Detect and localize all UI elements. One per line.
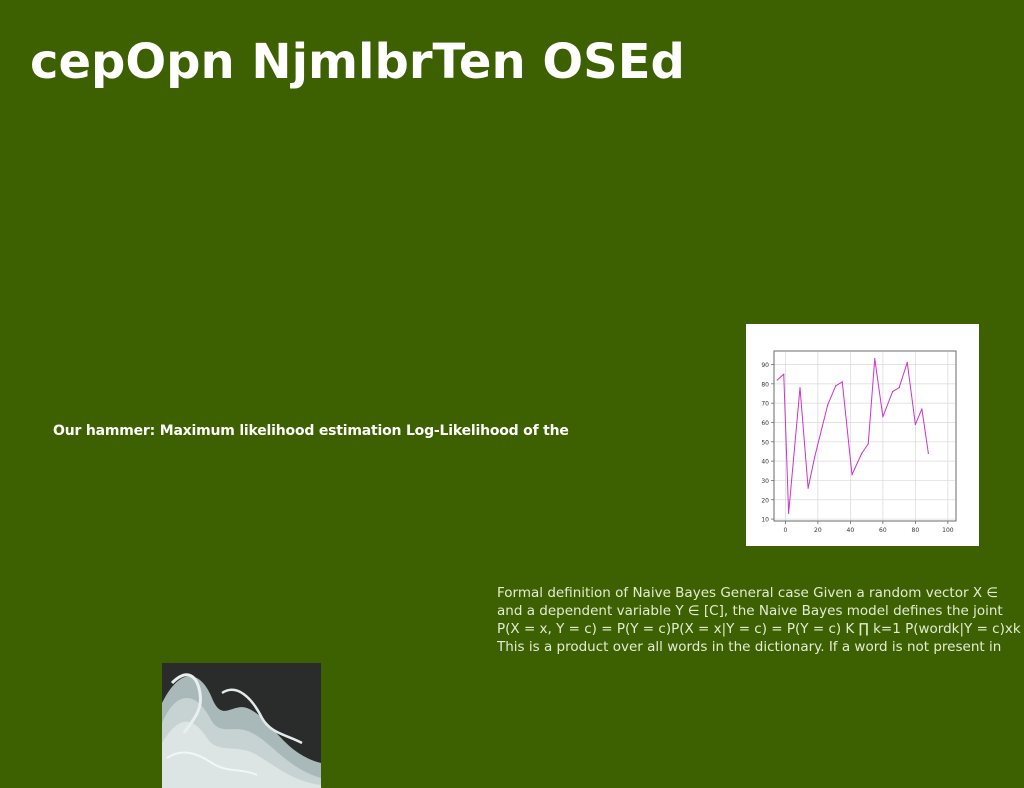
slide-title: cepOpn NjmlbrTen OSEd (30, 34, 685, 90)
y-tick-label: 90 (761, 362, 769, 369)
data-point (827, 404, 829, 406)
x-tick-label: 60 (879, 527, 887, 534)
data-point (788, 512, 790, 514)
data-point (799, 387, 801, 389)
body-text: Formal definition of Naive Bayes General… (497, 584, 1024, 656)
body-line: Formal definition of Naive Bayes General… (497, 585, 999, 601)
data-point (851, 474, 853, 476)
data-point (927, 452, 929, 454)
line-chart-card: 10 20 30 40 50 60 70 80 90 0 20 40 60 80 100 (746, 324, 979, 546)
x-tick-label: 100 (942, 527, 954, 534)
data-point (892, 390, 894, 393)
x-tick-label: 40 (847, 527, 855, 534)
y-tick-label: 60 (761, 420, 769, 427)
data-point (874, 358, 876, 360)
y-tick-label: 20 (761, 497, 769, 504)
line-chart: 10 20 30 40 50 60 70 80 90 0 20 40 60 80 100 (761, 350, 957, 534)
y-tick-label: 10 (761, 517, 769, 524)
x-tick-label: 80 (912, 527, 920, 534)
slide-subtitle: Our hammer: Maximum likelihood estimatio… (53, 423, 569, 439)
data-point (814, 456, 816, 458)
body-line: and a dependent variable Y ∈ [C], the Na… (497, 603, 1003, 619)
data-point (807, 487, 809, 489)
y-tick-label: 40 (761, 459, 769, 466)
abstract-wave-image (162, 663, 321, 788)
data-point (867, 443, 869, 445)
data-point (914, 423, 916, 426)
data-point (783, 373, 785, 375)
plot-area (773, 350, 957, 522)
data-point (835, 385, 837, 387)
data-point (861, 452, 863, 454)
data-point (882, 416, 884, 418)
y-tick-label: 30 (761, 478, 769, 485)
abstract-wave-illustration (162, 663, 321, 788)
data-point (776, 379, 778, 381)
y-tick-label: 70 (761, 401, 769, 408)
body-line: This is a product over all words in the … (497, 639, 1002, 655)
data-point (921, 408, 923, 410)
data-point (898, 387, 900, 389)
data-point (906, 361, 908, 364)
y-tick-label: 80 (761, 381, 769, 388)
body-line: P(X = x, Y = c) = P(Y = c)P(X = x|Y = c)… (497, 621, 1021, 637)
x-tick-label: 20 (814, 527, 822, 534)
data-point (841, 381, 843, 383)
x-tick-label: 0 (783, 527, 787, 534)
y-tick-label: 50 (761, 439, 769, 446)
